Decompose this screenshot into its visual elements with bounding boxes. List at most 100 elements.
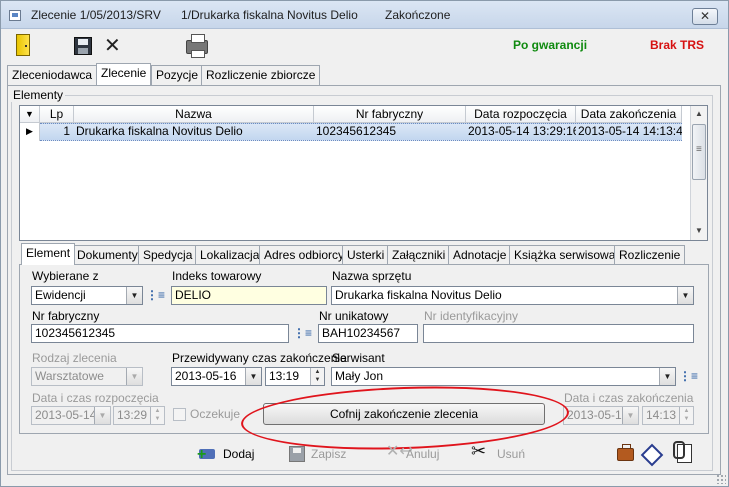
chevron-down-icon[interactable]: ▼ — [126, 368, 142, 385]
tab-ksiazka-serwisowa[interactable]: Książka serwisowa — [509, 245, 621, 265]
rodzaj-zlecenia-value: Warsztatowe — [35, 369, 104, 383]
przewidywany-date-value: 2013-05-16 — [175, 369, 237, 383]
add-icon[interactable] — [197, 445, 217, 463]
nr-identyfikacyjny-field[interactable] — [423, 324, 694, 343]
data-zakonczenia-date-value: 2013-05-14 — [567, 408, 629, 422]
printer-icon[interactable] — [186, 34, 208, 58]
przewidywany-time-field[interactable]: 13:19 ▲ ▼ — [265, 367, 325, 386]
nr-unikatowy-label: Nr unikatowy — [319, 309, 389, 323]
tab-spedycja[interactable]: Spedycja — [138, 245, 198, 265]
tab-adres-odbiorcy[interactable]: Adres odbiorcy — [259, 245, 350, 265]
save-button[interactable]: Zapisz — [311, 447, 346, 461]
time-spinner[interactable]: ▲ ▼ — [310, 368, 324, 385]
paperclip-icon[interactable] — [673, 441, 693, 463]
undo-completion-button[interactable]: Cofnij zakończenie zlecenia — [263, 403, 545, 425]
serwisant-label: Serwisant — [332, 351, 385, 365]
przewidywany-time-value: 13:19 — [269, 369, 300, 383]
data-zakonczenia-label: Data i czas zakończenia — [564, 391, 694, 405]
serwisant-select[interactable]: Mały Jon ▼ — [331, 367, 676, 386]
tree-picker-icon[interactable]: ⋮≡ — [146, 288, 165, 302]
scroll-up-icon[interactable]: ▲ — [691, 106, 707, 122]
tree-picker-icon[interactable]: ⋮≡ — [293, 326, 312, 340]
oczekuje-label: Oczekuje — [190, 407, 241, 421]
tab-zalaczniki[interactable]: Załączniki — [387, 245, 451, 265]
tab-adnotacje[interactable]: Adnotacje — [448, 245, 512, 265]
time-spinner[interactable]: ▲ ▼ — [150, 407, 164, 424]
chevron-down-icon[interactable]: ▼ — [622, 407, 638, 424]
chevron-down-icon[interactable]: ▼ — [126, 287, 142, 304]
nazwa-sprzetu-value: Drukarka fiskalna Novitus Delio — [335, 288, 502, 302]
data-zakonczenia-date-field[interactable]: 2013-05-14 ▼ — [563, 406, 639, 425]
tab-lokalizacja[interactable]: Lokalizacja — [195, 245, 265, 265]
tab-dokumenty[interactable]: Dokumenty — [72, 245, 143, 265]
toolbar: ✕ Po gwarancji Brak TRS — [1, 30, 728, 62]
app-icon — [9, 10, 21, 21]
wybierane-z-value: Ewidencji — [35, 288, 86, 302]
wybierane-z-label: Wybierane z — [32, 269, 99, 283]
window-title-status: Zakończone — [385, 8, 451, 22]
main-tabs: Zleceniodawca Zlecenie Pozycje Rozliczen… — [7, 63, 722, 85]
tab-usterki[interactable]: Usterki — [342, 245, 390, 265]
add-button[interactable]: Dodaj — [223, 447, 254, 461]
column-data-zakonczenia[interactable]: Data zakończenia — [576, 106, 682, 123]
cell-lp: 1 — [63, 124, 70, 138]
tab-rozliczenie[interactable]: Rozliczenie — [614, 245, 686, 265]
nazwa-sprzetu-label: Nazwa sprzętu — [332, 269, 412, 283]
trs-status: Brak TRS — [650, 38, 705, 52]
cancel-icon[interactable]: ✕ — [104, 33, 121, 58]
chevron-down-icon[interactable]: ▼ — [245, 368, 261, 385]
chevron-down-icon[interactable]: ▼ — [659, 368, 675, 385]
przewidywany-date-field[interactable]: 2013-05-16 ▼ — [171, 367, 262, 386]
scroll-thumb[interactable] — [692, 124, 706, 180]
grid-menu-icon[interactable]: ▼ — [20, 106, 40, 123]
data-rozpoczecia-time-value: 13:29 — [117, 408, 148, 422]
briefcase-icon[interactable] — [617, 444, 634, 461]
column-nr-fabryczny[interactable]: Nr fabryczny — [314, 106, 466, 123]
undo-button[interactable]: Anuluj — [406, 447, 439, 461]
elements-group-label: Elementy — [11, 88, 66, 102]
column-lp[interactable]: Lp — [40, 106, 74, 123]
data-rozpoczecia-time-field[interactable]: 13:29 ▲ ▼ — [113, 406, 165, 425]
tab-zleceniodawca[interactable]: Zleceniodawca — [7, 65, 98, 85]
rodzaj-zlecenia-select[interactable]: Warsztatowe ▼ — [31, 367, 143, 386]
tab-zlecenie[interactable]: Zlecenie — [96, 63, 152, 85]
cell-nazwa: Drukarka fiskalna Novitus Delio — [76, 124, 243, 138]
chevron-down-icon[interactable]: ▼ — [677, 287, 693, 304]
serwisant-value: Mały Jon — [335, 369, 384, 383]
column-data-rozpoczecia[interactable]: Data rozpoczęcia — [466, 106, 576, 123]
oczekuje-checkbox[interactable] — [173, 408, 186, 421]
time-spinner[interactable]: ▲ ▼ — [679, 407, 693, 424]
resize-grip[interactable] — [716, 474, 726, 484]
title-bar: Zlecenie 1/05/2013/SRV 1/Drukarka fiskal… — [1, 1, 728, 29]
data-rozpoczecia-date-value: 2013-05-14 — [35, 408, 97, 422]
data-zakonczenia-time-field[interactable]: 14:13 ▲ ▼ — [642, 406, 694, 425]
wybierane-z-select[interactable]: Ewidencji ▼ — [31, 286, 143, 305]
nr-fabryczny-label: Nr fabryczny — [32, 309, 100, 323]
indeks-towarowy-field[interactable]: DELIO — [171, 286, 327, 305]
row-indicator-icon: ▶ — [20, 123, 40, 141]
scissors-icon: ✂ — [471, 441, 487, 461]
nr-unikatowy-field[interactable]: BAH10234567 — [318, 324, 418, 343]
chevron-down-icon[interactable]: ▼ — [94, 407, 110, 424]
save-disk-icon[interactable] — [74, 37, 92, 55]
tab-element[interactable]: Element — [21, 243, 76, 265]
save-disk-icon — [289, 446, 305, 462]
tree-picker-icon[interactable]: ⋮≡ — [679, 369, 698, 383]
tab-pozycje[interactable]: Pozycje — [151, 65, 204, 85]
grid-scrollbar[interactable]: ▲ ▼ — [690, 106, 707, 240]
przewidywany-czas-label: Przewidywany czas zakończenia — [172, 351, 347, 365]
window-title-order: Zlecenie 1/05/2013/SRV — [31, 8, 161, 22]
column-nazwa[interactable]: Nazwa — [74, 106, 314, 123]
element-tabs: Element Dokumenty Spedycja Lokalizacja A… — [21, 243, 711, 265]
scroll-down-icon[interactable]: ▼ — [691, 223, 707, 239]
close-button[interactable]: ✕ — [692, 8, 718, 25]
tab-rozliczenie-zbiorcze[interactable]: Rozliczenie zbiorcze — [201, 65, 321, 85]
cell-data-zakonczenia: 2013-05-14 14:13:47 — [578, 124, 682, 138]
nr-fabryczny-field[interactable]: 102345612345 — [31, 324, 289, 343]
delete-button[interactable]: Usuń — [497, 447, 525, 461]
nazwa-sprzetu-select[interactable]: Drukarka fiskalna Novitus Delio ▼ — [331, 286, 694, 305]
exit-door-icon[interactable] — [16, 34, 30, 56]
table-row[interactable]: ▶ 1 Drukarka fiskalna Novitus Delio 1023… — [20, 123, 690, 141]
rodzaj-zlecenia-label: Rodzaj zlecenia — [32, 351, 117, 365]
data-rozpoczecia-date-field[interactable]: 2013-05-14 ▼ — [31, 406, 111, 425]
